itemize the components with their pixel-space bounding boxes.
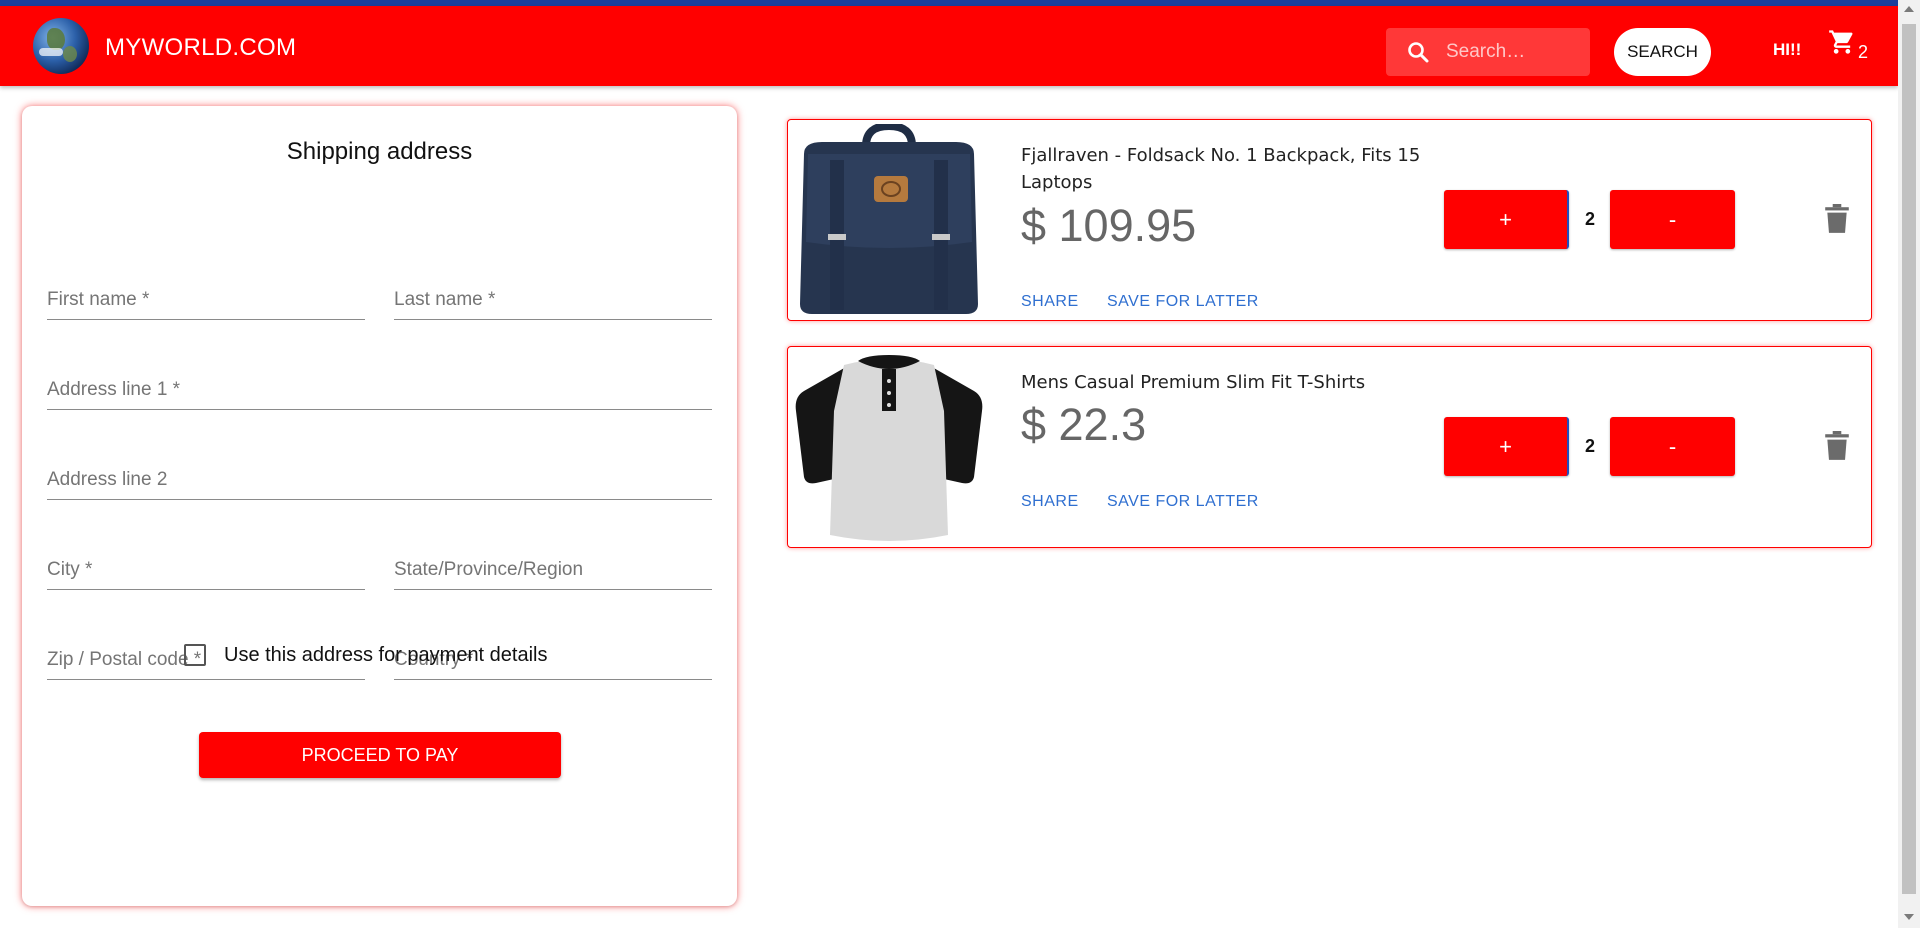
address-line2-input[interactable] bbox=[47, 467, 712, 497]
first-name-input[interactable] bbox=[47, 287, 365, 317]
search-input[interactable] bbox=[1446, 36, 1586, 68]
app-bar: MYWORLD.COM SEARCH HI!! 2 bbox=[0, 6, 1898, 86]
tshirt-image[interactable] bbox=[794, 351, 984, 543]
share-link[interactable]: SHARE bbox=[1021, 493, 1079, 511]
product-name[interactable]: Fjallraven - Foldsack No. 1 Backpack, Fi… bbox=[1021, 142, 1441, 196]
quantity-value: 2 bbox=[1584, 209, 1595, 229]
address-line2-field[interactable]: Address line 2 bbox=[47, 458, 712, 500]
last-name-field[interactable]: Last name * bbox=[394, 278, 712, 320]
globe-icon[interactable] bbox=[33, 18, 89, 74]
address-line1-input[interactable] bbox=[47, 377, 712, 407]
city-input[interactable] bbox=[47, 557, 365, 587]
cart-button[interactable]: 2 bbox=[1828, 28, 1876, 68]
page-scrollbar[interactable] bbox=[1898, 0, 1920, 928]
greeting-text: HI!! bbox=[1773, 40, 1802, 59]
proceed-to-pay-button[interactable]: PROCEED TO PAY bbox=[199, 732, 561, 778]
cart-count-badge: 2 bbox=[1858, 42, 1869, 62]
address-line1-field[interactable]: Address line 1 * bbox=[47, 368, 712, 410]
brand-title[interactable]: MYWORLD.COM bbox=[105, 34, 296, 62]
payment-address-checkbox-label[interactable]: Use this address for payment details bbox=[224, 644, 548, 667]
search-box[interactable] bbox=[1386, 28, 1590, 76]
quantity-value: 2 bbox=[1584, 436, 1595, 456]
state-field[interactable]: State/Province/Region bbox=[394, 548, 712, 590]
increase-quantity-button[interactable]: + bbox=[1444, 190, 1569, 249]
decrease-quantity-button[interactable]: - bbox=[1610, 190, 1735, 249]
cart-icon bbox=[1829, 30, 1853, 54]
save-for-later-link[interactable]: SAVE FOR LATTER bbox=[1107, 493, 1259, 511]
share-link[interactable]: SHARE bbox=[1021, 293, 1079, 311]
scroll-up-icon[interactable] bbox=[1904, 6, 1914, 12]
search-icon bbox=[1408, 42, 1429, 63]
cart-item: Mens Casual Premium Slim Fit T-Shirts $ … bbox=[787, 346, 1872, 548]
shipping-form-card: Shipping address First name * Last name … bbox=[22, 106, 737, 906]
first-name-field[interactable]: First name * bbox=[47, 278, 365, 320]
delete-icon[interactable] bbox=[1824, 204, 1850, 234]
save-for-later-link[interactable]: SAVE FOR LATTER bbox=[1107, 293, 1259, 311]
cart-item: Fjallraven - Foldsack No. 1 Backpack, Fi… bbox=[787, 119, 1872, 321]
city-field[interactable]: City * bbox=[47, 548, 365, 590]
product-name[interactable]: Mens Casual Premium Slim Fit T-Shirts bbox=[1021, 369, 1441, 396]
scrollbar-thumb[interactable] bbox=[1902, 24, 1916, 894]
last-name-input[interactable] bbox=[394, 287, 712, 317]
scroll-down-icon[interactable] bbox=[1904, 914, 1914, 920]
product-price: $ 109.95 bbox=[1021, 200, 1197, 251]
delete-icon[interactable] bbox=[1824, 431, 1850, 461]
payment-address-checkbox[interactable] bbox=[184, 644, 206, 666]
backpack-image[interactable] bbox=[794, 124, 984, 316]
product-price: $ 22.3 bbox=[1021, 399, 1147, 450]
decrease-quantity-button[interactable]: - bbox=[1610, 417, 1735, 476]
increase-quantity-button[interactable]: + bbox=[1444, 417, 1569, 476]
search-button[interactable]: SEARCH bbox=[1614, 28, 1711, 76]
state-input[interactable] bbox=[394, 557, 712, 587]
form-title: Shipping address bbox=[286, 138, 473, 165]
